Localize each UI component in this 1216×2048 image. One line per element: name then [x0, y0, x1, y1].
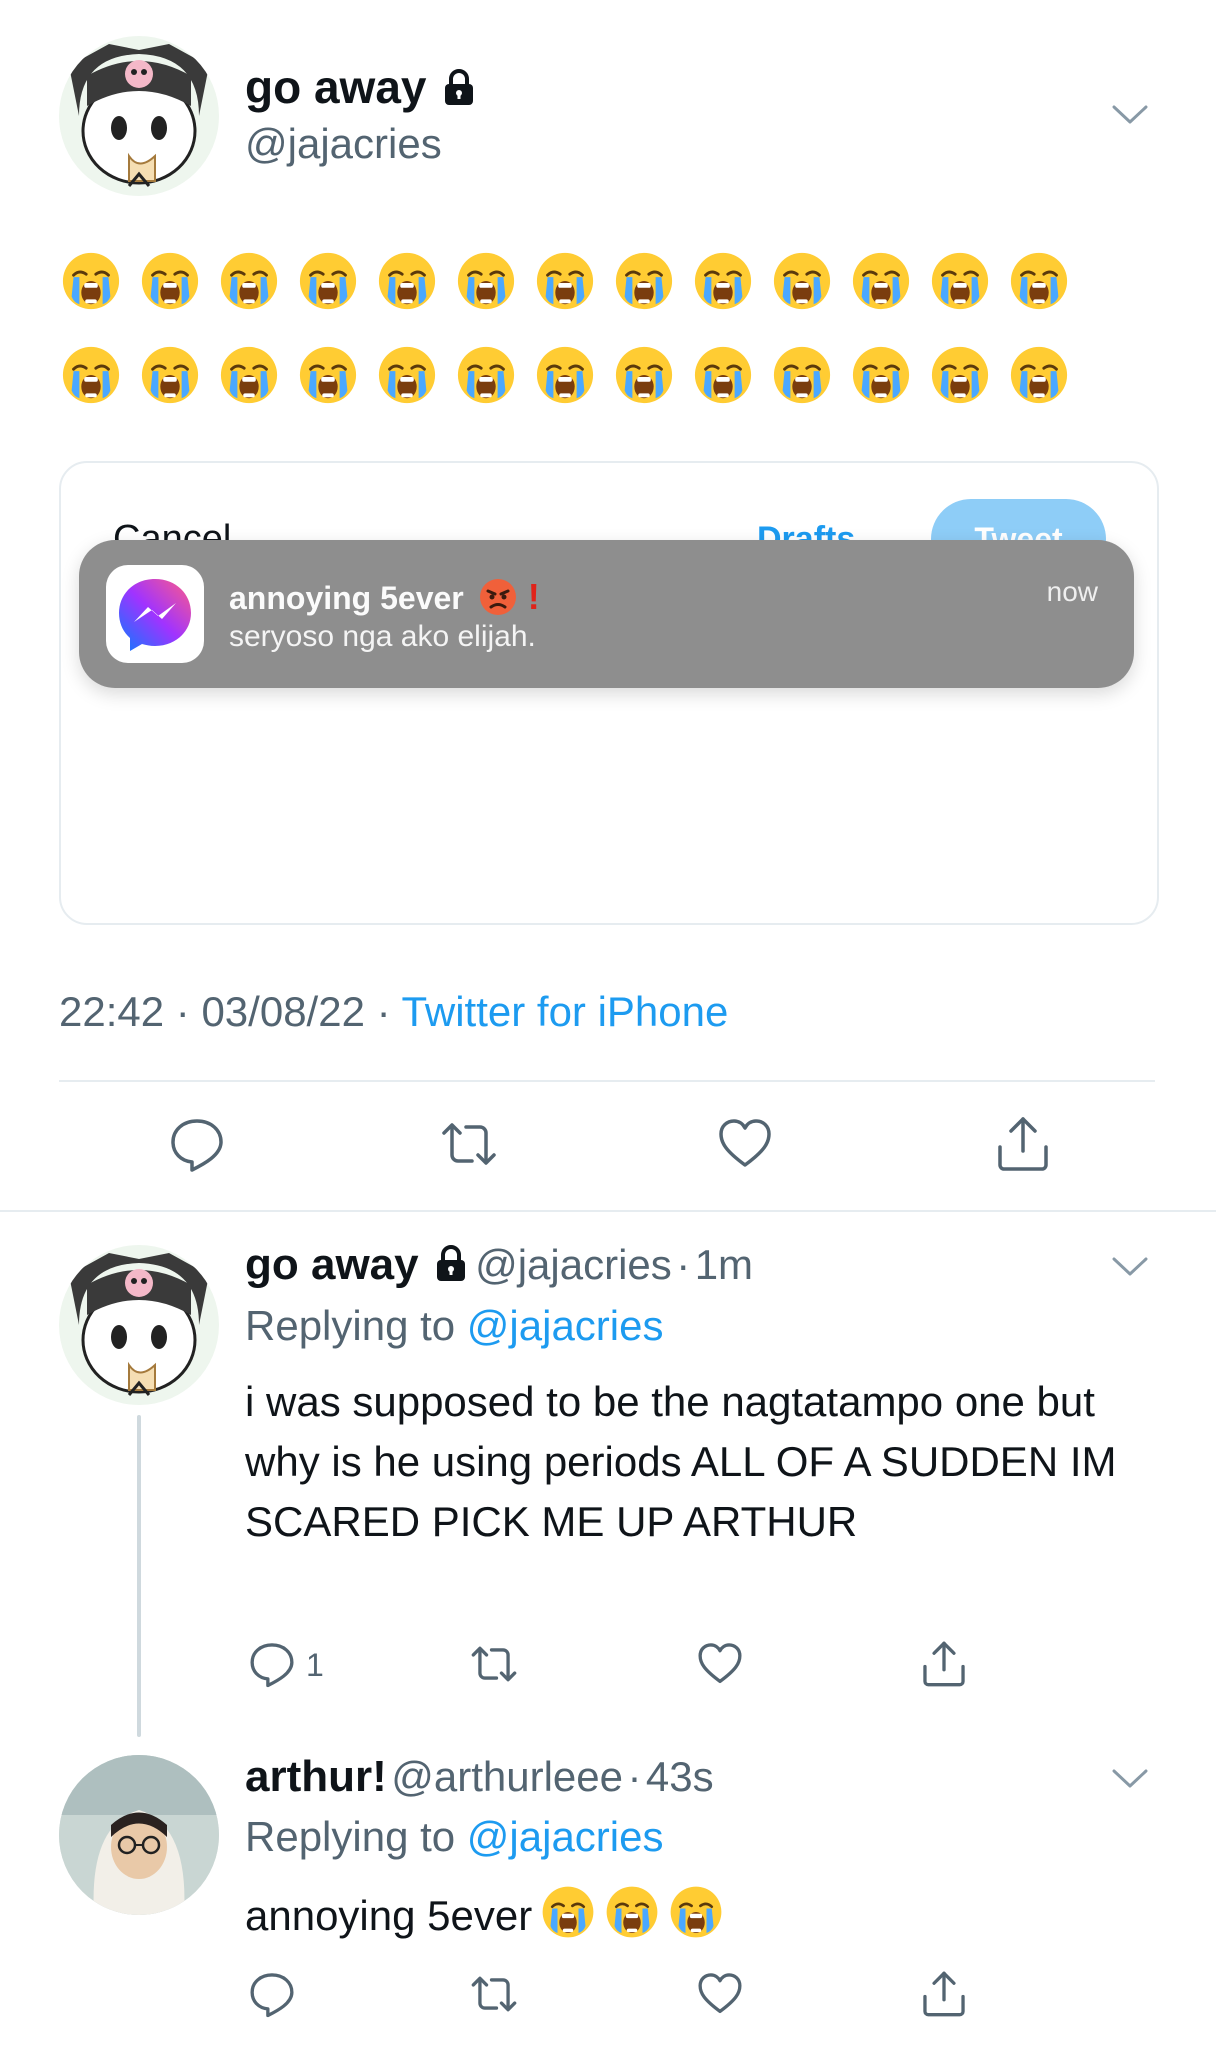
reply-display-name[interactable]: go away: [245, 1240, 419, 1289]
lock-icon: [431, 1243, 471, 1283]
tweet-media-image[interactable]: Cancel Drafts Tweet: [59, 461, 1159, 925]
retweet-icon[interactable]: [470, 1970, 518, 2018]
tweet-date: 03/08/22: [201, 988, 365, 1035]
reply-avatar[interactable]: [59, 1755, 219, 1915]
chevron-down-icon[interactable]: [1112, 1257, 1148, 1277]
share-icon[interactable]: [994, 1115, 1052, 1173]
reply-display-name[interactable]: arthur!: [245, 1752, 387, 1801]
messenger-icon: [106, 565, 204, 663]
emoji-row: [60, 344, 1070, 406]
loudly-crying-face-icon: [668, 1884, 724, 1940]
loudly-crying-face-icon: [929, 250, 991, 312]
replying-to-mention[interactable]: @jajacries: [467, 1813, 664, 1860]
loudly-crying-face-icon: [771, 250, 833, 312]
retweet-icon[interactable]: [470, 1640, 518, 1688]
thread-connector: [137, 1415, 141, 1737]
reply-age: 43s: [645, 1753, 714, 1800]
reply-icon[interactable]: [248, 1970, 296, 2018]
loudly-crying-face-icon: [60, 250, 122, 312]
separator: ·: [175, 988, 190, 1035]
loudly-crying-face-icon: [139, 250, 201, 312]
loudly-crying-face-icon: [534, 344, 596, 406]
notification-body: seryoso nga ako elijah.: [229, 620, 536, 653]
reply-header: arthur! @arthurleee · 43s: [245, 1752, 714, 1802]
author-handle[interactable]: @jajacries: [245, 120, 442, 168]
reply-count: 1: [306, 1647, 324, 1683]
loudly-crying-face-icon: [692, 250, 754, 312]
reply-handle[interactable]: @arthurleee: [391, 1753, 623, 1800]
loudly-crying-face-icon: [1008, 250, 1070, 312]
loudly-crying-face-icon: [297, 344, 359, 406]
reply-header: go away @jajacries · 1m: [245, 1240, 753, 1290]
tweet-meta: 22:42 · 03/08/22 · Twitter for iPhone: [59, 988, 728, 1036]
loudly-crying-face-icon: [604, 1884, 660, 1940]
emoji-row: [60, 250, 1070, 312]
separator: ·: [376, 988, 391, 1035]
share-icon[interactable]: [920, 1970, 968, 2018]
loudly-crying-face-icon: [850, 250, 912, 312]
loudly-crying-face-icon: [534, 250, 596, 312]
loudly-crying-face-icon: [613, 344, 675, 406]
loudly-crying-face-icon: [455, 344, 517, 406]
loudly-crying-face-icon: [1008, 344, 1070, 406]
notification-title: annoying 5ever!: [229, 576, 540, 617]
loudly-crying-face-icon: [60, 344, 122, 406]
notification-banner: annoying 5ever! seryoso nga ako elijah. …: [79, 540, 1134, 688]
loudly-crying-face-icon: [929, 344, 991, 406]
tweet-time: 22:42: [59, 988, 165, 1035]
separator: ·: [676, 1241, 691, 1288]
like-icon[interactable]: [696, 1970, 744, 2018]
loudly-crying-face-icon: [540, 1884, 596, 1940]
reply-avatar[interactable]: [59, 1245, 219, 1405]
reply-handle[interactable]: @jajacries: [475, 1241, 672, 1288]
reply-icon[interactable]: [248, 1640, 296, 1688]
author-display-name[interactable]: go away: [245, 60, 479, 114]
loudly-crying-face-icon: [218, 250, 280, 312]
divider: [0, 1210, 1216, 1212]
replying-to: Replying to @jajacries: [245, 1302, 664, 1349]
loudly-crying-face-icon: [297, 250, 359, 312]
like-icon[interactable]: [696, 1640, 744, 1688]
reply-text: i was supposed to be the nagtatampo one …: [245, 1378, 1117, 1545]
exclamation-icon: !: [527, 576, 540, 617]
loudly-crying-face-icon: [692, 344, 754, 406]
notification-time: now: [1046, 576, 1098, 607]
chevron-down-icon[interactable]: [1112, 1769, 1148, 1789]
reply-text: annoying 5ever: [245, 1884, 1175, 1946]
reply-age: 1m: [694, 1241, 754, 1288]
replying-to: Replying to @jajacries: [245, 1813, 664, 1860]
reply-icon[interactable]: [168, 1115, 226, 1173]
lock-icon: [439, 64, 479, 105]
angry-face-icon: [478, 577, 518, 617]
like-icon[interactable]: [716, 1115, 774, 1173]
loudly-crying-face-icon: [771, 344, 833, 406]
loudly-crying-face-icon: [455, 250, 517, 312]
loudly-crying-face-icon: [139, 344, 201, 406]
chevron-down-icon[interactable]: [1112, 105, 1148, 125]
divider: [59, 1080, 1155, 1082]
retweet-icon[interactable]: [440, 1115, 498, 1173]
loudly-crying-face-icon: [218, 344, 280, 406]
share-icon[interactable]: [920, 1640, 968, 1688]
replying-to-mention[interactable]: @jajacries: [467, 1302, 664, 1349]
loudly-crying-face-icon: [376, 250, 438, 312]
tweet-source-link[interactable]: Twitter for iPhone: [402, 988, 729, 1035]
loudly-crying-face-icon: [376, 344, 438, 406]
loudly-crying-face-icon: [850, 344, 912, 406]
author-avatar[interactable]: [59, 36, 219, 196]
loudly-crying-face-icon: [613, 250, 675, 312]
separator: ·: [627, 1753, 642, 1800]
